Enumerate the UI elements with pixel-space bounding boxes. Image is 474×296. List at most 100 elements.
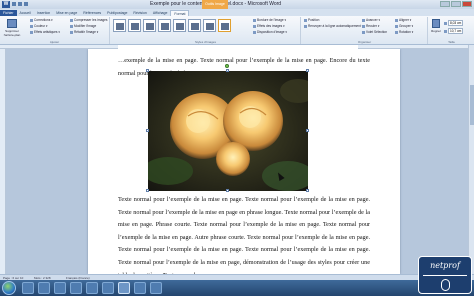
app-icon[interactable] — [150, 282, 162, 294]
bring-forward-button[interactable]: Avancer ▾ — [362, 18, 380, 22]
picture-style-thumb[interactable] — [143, 19, 156, 32]
app-icon[interactable] — [102, 282, 114, 294]
group-size-label: Taille — [448, 40, 455, 44]
width-icon — [444, 29, 447, 33]
resize-handle[interactable] — [306, 69, 309, 72]
document-page[interactable]: …exemple de la mise en page. Texte norma… — [88, 49, 400, 274]
word-icon[interactable]: W — [2, 1, 10, 8]
picture-style-thumb[interactable] — [203, 19, 216, 32]
start-button[interactable] — [2, 281, 16, 295]
resize-handle[interactable] — [146, 129, 149, 132]
netprof-logo: netprof — [418, 256, 472, 294]
compress-icon — [70, 18, 73, 22]
maximize-button[interactable] — [451, 1, 461, 7]
artistic-effects-button[interactable]: Effets artistiques ▾ — [30, 30, 60, 34]
undo-icon[interactable] — [18, 2, 22, 6]
group-icon — [395, 24, 398, 28]
media-player-icon[interactable] — [38, 282, 50, 294]
close-button[interactable] — [462, 1, 472, 7]
quick-access-toolbar — [12, 2, 28, 6]
netprof-brand: netprof — [430, 261, 460, 270]
resize-handle[interactable] — [146, 69, 149, 72]
artistic-effects-icon — [30, 30, 33, 34]
reset-picture-icon — [70, 30, 73, 34]
group-arrange-label: Organiser — [357, 40, 372, 44]
scrollbar-thumb[interactable] — [470, 85, 474, 125]
corrections-button[interactable]: Corrections ▾ — [30, 18, 53, 22]
picture-style-thumb[interactable] — [113, 19, 126, 32]
bring-forward-icon — [362, 18, 365, 22]
ribbon-tabs: Fichier Accueil Insertion Mise en page R… — [0, 9, 474, 16]
change-picture-button[interactable]: Modifier l'image — [70, 24, 96, 28]
resize-handle[interactable] — [306, 129, 309, 132]
firefox-icon[interactable] — [86, 282, 98, 294]
group-adjust-label: Ajuster — [49, 40, 60, 44]
align-icon — [395, 18, 398, 22]
group-picture-styles-label: Styles d'images — [195, 40, 216, 44]
selection-pane-icon — [362, 30, 365, 34]
width-field[interactable]: 10,7 cm — [444, 28, 464, 34]
group-button[interactable]: Grouper ▾ — [395, 24, 413, 28]
picture-effects-button[interactable]: Effets des images ▾ — [253, 24, 285, 28]
picture-style-thumb[interactable] — [158, 19, 171, 32]
picture-layout-button[interactable]: Disposition d'image ▾ — [253, 30, 287, 34]
save-icon[interactable] — [12, 2, 16, 6]
resize-handle[interactable] — [146, 189, 149, 192]
rotate-icon — [395, 30, 398, 34]
explorer-icon[interactable] — [22, 282, 34, 294]
reset-picture-button[interactable]: Rétablir l'image ▾ — [70, 30, 98, 34]
picture-style-thumb[interactable] — [188, 19, 201, 32]
rose-image — [148, 71, 308, 191]
browser-icon[interactable] — [54, 282, 66, 294]
picture-style-thumb[interactable] — [128, 19, 141, 32]
height-field[interactable]: 8,03 cm — [444, 20, 464, 26]
group-adjust: Supprimer l'arrière-plan Corrections ▾ C… — [0, 17, 110, 44]
resize-handle[interactable] — [306, 189, 309, 192]
picture-effects-icon — [253, 24, 256, 28]
mouse-icon — [441, 279, 450, 291]
corrections-icon — [30, 18, 33, 22]
send-backward-button[interactable]: Reculer ▾ — [362, 24, 379, 28]
align-button[interactable]: Aligner ▾ — [395, 18, 411, 22]
resize-handle[interactable] — [226, 69, 229, 72]
position-button[interactable]: Position — [304, 18, 319, 22]
document-area: …exemple de la mise en page. Texte norma… — [6, 49, 468, 274]
picture-style-thumb-selected[interactable] — [218, 19, 231, 32]
title-bar: W Exemple pour le contenu non textuel.do… — [0, 0, 474, 9]
resize-handle[interactable] — [226, 189, 229, 192]
wrap-text-button[interactable]: Renvoyer à la ligne automatiquement ▾ — [304, 24, 363, 28]
crop-button[interactable]: Rogner — [430, 19, 442, 33]
window-controls — [440, 1, 472, 7]
change-picture-icon — [70, 24, 73, 28]
picture-style-thumb[interactable] — [173, 19, 186, 32]
minimize-button[interactable] — [440, 1, 450, 7]
rose-photo[interactable] — [148, 71, 308, 191]
group-size: Rogner 8,03 cm 10,7 cm Taille — [429, 17, 474, 44]
rotate-button[interactable]: Rotation ▾ — [395, 30, 413, 34]
rotation-handle[interactable] — [225, 64, 229, 68]
redo-icon[interactable] — [24, 2, 28, 6]
height-icon — [444, 21, 447, 25]
paragraph-body[interactable]: Texte normal pour l’exemple de la mise e… — [118, 194, 370, 274]
ribbon: Supprimer l'arrière-plan Corrections ▾ C… — [0, 16, 474, 45]
taskbar: 16:23 01/05/2012 — [0, 280, 474, 296]
group-arrange: Position Renvoyer à la ligne automatique… — [302, 17, 428, 44]
color-icon — [30, 24, 33, 28]
remove-background-icon — [7, 19, 17, 28]
context-tab-header: Outils Image — [202, 0, 228, 9]
wrap-text-icon — [304, 24, 307, 28]
color-button[interactable]: Couleur ▾ — [30, 24, 48, 28]
word-taskbar-icon[interactable] — [118, 282, 130, 294]
remove-background-button[interactable]: Supprimer l'arrière-plan — [3, 19, 21, 37]
send-backward-icon — [362, 24, 365, 28]
crop-icon — [432, 19, 440, 28]
picture-styles-gallery — [113, 19, 231, 32]
selection-pane-button[interactable]: Volet Sélection — [362, 30, 387, 34]
compress-pictures-button[interactable]: Compresser les images — [70, 18, 107, 22]
app-icon[interactable] — [134, 282, 146, 294]
position-icon — [304, 18, 307, 22]
group-picture-styles: Bordure de l'image ▾ Effets des images ▾… — [111, 17, 301, 44]
vertical-scrollbar[interactable] — [468, 45, 474, 274]
chrome-icon[interactable] — [70, 282, 82, 294]
picture-border-button[interactable]: Bordure de l'image ▾ — [253, 18, 286, 22]
